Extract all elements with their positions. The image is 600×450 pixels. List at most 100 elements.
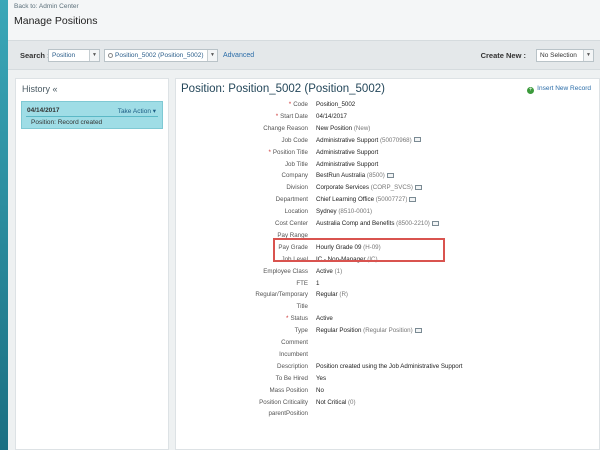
field-value-code: (New) xyxy=(353,124,371,132)
field-value-text: Position_5002 xyxy=(316,101,356,108)
advanced-search-link[interactable]: Advanced xyxy=(223,52,254,59)
field-value: Chief Learning Office (50007727) xyxy=(316,196,417,204)
field-label: Change Reason xyxy=(263,125,308,132)
insert-new-record-button[interactable]: + Insert New Record xyxy=(527,85,591,94)
insert-new-record-label: Insert New Record xyxy=(537,85,591,92)
field-row: Company BestRun Australia (8500) xyxy=(176,172,596,182)
field-value-text: Yes xyxy=(316,374,327,382)
field-value: Sydney (8510-0001) xyxy=(316,208,372,215)
entity-select[interactable]: Position ▼ xyxy=(48,49,100,62)
field-value-text: Active xyxy=(316,315,333,323)
create-new-select[interactable]: No Selection ▼ xyxy=(536,49,594,62)
field-value: Position_5002 xyxy=(316,101,355,108)
field-row: Cost Center Australia Comp and Benefits (… xyxy=(176,220,596,230)
history-entry[interactable]: 04/14/2017 Take Action ▾ Position: Recor… xyxy=(21,101,163,129)
field-label: Employee Class xyxy=(263,268,308,275)
field-label: Job Title xyxy=(285,161,308,168)
details-icon[interactable] xyxy=(415,184,422,190)
field-label: Mass Position xyxy=(269,387,308,394)
field-value: 1 xyxy=(316,280,319,287)
field-label: Cost Center xyxy=(275,220,308,227)
field-label: parentPosition xyxy=(268,410,308,417)
details-icon[interactable] xyxy=(414,327,422,333)
field-value-code: (50007727) xyxy=(375,196,408,204)
field-value: Administrative Support (50070968) xyxy=(316,137,421,144)
field-label-text: Department xyxy=(275,196,308,204)
chevron-down-icon[interactable]: ▼ xyxy=(583,50,593,61)
required-marker: * xyxy=(286,315,289,323)
field-row: Comment xyxy=(176,339,596,349)
field-value: Administrative Support xyxy=(316,161,378,168)
details-icon[interactable] xyxy=(386,172,394,178)
field-label: Company xyxy=(282,172,308,179)
field-label-text: Position Criticality xyxy=(259,398,308,406)
field-value: Corporate Services (CORP_SVCS) xyxy=(316,184,422,191)
chevron-down-icon[interactable]: ▼ xyxy=(89,50,99,61)
field-value: Regular (R) xyxy=(316,291,348,298)
field-value-code: (50070968) xyxy=(379,136,412,144)
details-icon[interactable] xyxy=(409,196,417,202)
position-search-value: Position_5002 (Position_5002) xyxy=(115,52,204,59)
field-value: Regular Position (Regular Position) xyxy=(316,327,422,334)
page-header: Back to: Admin Center Manage Positions xyxy=(8,0,600,40)
field-value-text: Regular Position xyxy=(316,327,362,335)
field-label: Comment xyxy=(281,339,308,346)
field-label: Department xyxy=(276,196,308,203)
field-label: Job Code xyxy=(282,137,309,144)
field-value: BestRun Australia (8500) xyxy=(316,172,394,179)
history-title[interactable]: History « xyxy=(22,84,58,94)
required-marker: * xyxy=(288,101,292,108)
field-value-text: Administrative Support xyxy=(316,136,379,144)
field-value-code: (R) xyxy=(339,291,348,299)
field-row: Type Regular Position (Regular Position) xyxy=(176,327,596,337)
field-value-code: (8510-0001) xyxy=(338,208,373,216)
field-label: Type xyxy=(295,327,308,334)
field-label-text: Code xyxy=(293,101,308,108)
field-row: Mass Position No xyxy=(176,387,596,397)
field-row: Description Position created using the Jo… xyxy=(176,363,596,373)
field-row: Change Reason New Position (New) xyxy=(176,125,596,135)
field-label: * Position Title xyxy=(268,149,308,156)
search-label: Search : xyxy=(20,51,50,60)
field-row: Title xyxy=(176,303,596,313)
field-row: Job Title Administrative Support xyxy=(176,161,596,171)
create-new-label: Create New : xyxy=(480,51,526,60)
field-value: New Position (New) xyxy=(316,125,370,132)
field-value: Active xyxy=(316,315,333,322)
take-action-menu[interactable]: Take Action ▾ xyxy=(118,107,156,115)
field-row: Employee Class Active (1) xyxy=(176,268,596,278)
field-row: Department Chief Learning Office (5000772… xyxy=(176,196,596,206)
details-icon[interactable] xyxy=(413,137,421,143)
field-value: Yes xyxy=(316,375,326,382)
field-label: FTE xyxy=(296,280,308,287)
field-label: * Start Date xyxy=(276,113,308,120)
field-value-text: Chief Learning Office xyxy=(316,196,375,204)
field-value-code: (8500-2210) xyxy=(396,220,430,227)
field-label: Description xyxy=(277,363,308,370)
field-label-text: To Be Hired xyxy=(275,374,308,382)
field-row: Regular/Temporary Regular (R) xyxy=(176,291,596,301)
field-label-text: Division xyxy=(286,184,308,192)
field-value: Australia Comp and Benefits (8500-2210) xyxy=(316,220,439,227)
field-label-text: Change Reason xyxy=(263,124,308,132)
search-icon xyxy=(108,52,113,58)
field-value-text: Not Critical xyxy=(316,398,347,406)
field-row: * Status Active xyxy=(176,315,596,325)
field-label-text: parentPosition xyxy=(268,410,308,418)
field-value-text: Australia Comp and Benefits xyxy=(316,220,395,227)
details-icon[interactable] xyxy=(431,220,439,226)
field-label-text: Title xyxy=(296,303,308,311)
field-value-text: 04/14/2017 xyxy=(316,112,347,120)
history-panel: History « 04/14/2017 Take Action ▾ Posit… xyxy=(15,78,169,450)
field-value: Administrative Support xyxy=(316,149,378,156)
field-label-text: Mass Position xyxy=(269,386,308,394)
chevron-down-icon[interactable]: ▼ xyxy=(207,50,217,61)
position-search-input[interactable]: Position_5002 (Position_5002) ▼ xyxy=(104,49,218,62)
plus-icon: + xyxy=(527,87,535,94)
create-new-value: No Selection xyxy=(540,52,577,59)
field-label-text: Description xyxy=(277,362,308,370)
back-link[interactable]: Back to: Admin Center xyxy=(14,3,79,10)
field-label: Division xyxy=(286,184,308,191)
field-label-text: Location xyxy=(284,208,308,216)
field-label-text: Company xyxy=(281,172,308,180)
